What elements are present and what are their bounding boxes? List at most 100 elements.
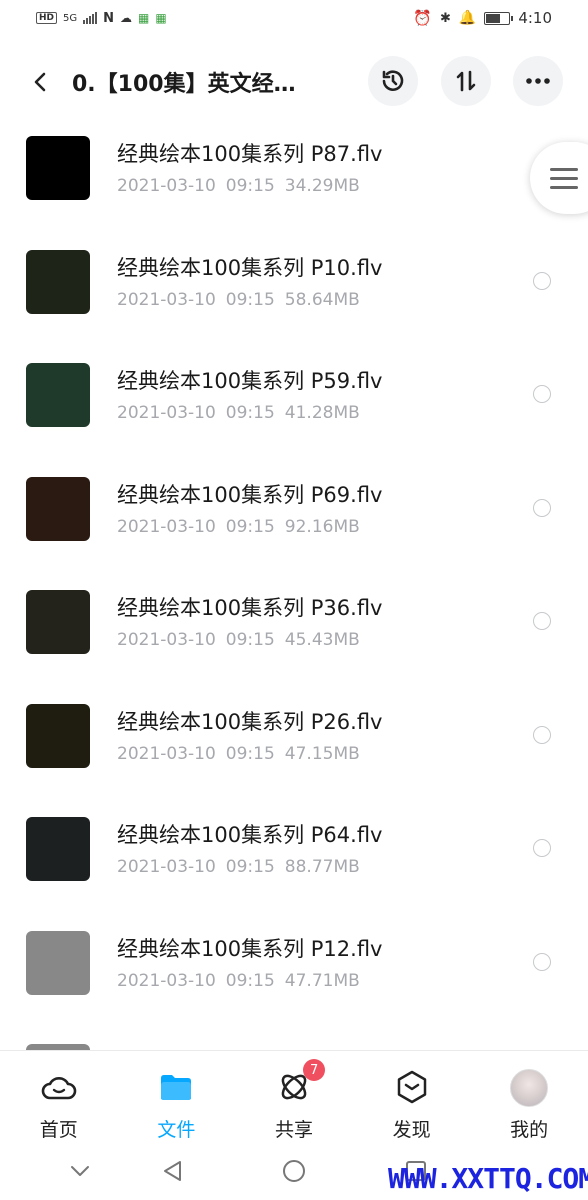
- nav-label: 发现: [392, 1119, 431, 1141]
- file-date: 2021-03-10: [117, 176, 216, 196]
- file-date: 2021-03-10: [117, 630, 216, 650]
- nav-label: 首页: [39, 1119, 78, 1141]
- file-name: 经典绘本100集系列 P36.flv: [117, 596, 383, 620]
- select-radio[interactable]: [533, 839, 551, 857]
- file-row[interactable]: 经典绘本100集系列 P64.flv 2021-03-10 09:15 88.77M…: [0, 801, 588, 915]
- app-notification-icon: ▦: [138, 11, 150, 25]
- file-meta: 2021-03-10 09:15 88.77MB: [117, 857, 360, 877]
- triangle-back-icon: [164, 1161, 181, 1181]
- file-size: 34.29MB: [284, 176, 360, 196]
- back-button[interactable]: [10, 50, 70, 114]
- file-meta: 2021-03-10 09:15 41.28MB: [117, 403, 360, 423]
- file-size: 58.64MB: [284, 289, 360, 310]
- file-name: 经典绘本100集系列 P12.flv: [117, 936, 383, 961]
- file-size: 41.28MB: [284, 403, 360, 423]
- app-notification-icon-2: ▦: [155, 11, 167, 25]
- battery-icon: [484, 11, 514, 25]
- file-time: 09:15: [225, 176, 275, 196]
- file-row[interactable]: 经典绘本100集系列 P59.flv 2021-03-10 09:15 41.28M…: [0, 347, 588, 461]
- video-thumbnail: [26, 930, 90, 995]
- file-date: 2021-03-10: [117, 857, 216, 877]
- more-button[interactable]: [513, 56, 563, 106]
- file-time: 09:15: [225, 857, 275, 877]
- file-row[interactable]: 经典绘本100集系列 P12.flv 2021-03-10 09:15 47.71M…: [0, 915, 588, 1029]
- file-name: 经典绘本100集系列 P10.flv: [117, 255, 383, 280]
- status-bar: HD 5G N ☁ ▦ ▦ ⏰ ✱ 🔔 4:10: [0, 0, 588, 36]
- file-time: 09:15: [225, 403, 275, 423]
- alarm-icon: ⏰: [413, 9, 432, 27]
- nav-discover[interactable]: 发现: [353, 1051, 471, 1147]
- clock: 4:10: [518, 9, 552, 27]
- nav-label: 共享: [274, 1119, 313, 1141]
- nav-label: 我的: [510, 1119, 549, 1141]
- video-thumbnail: [26, 703, 90, 768]
- file-row[interactable]: 经典绘本100集系列 P26.flv 2021-03-10 09:15 47.15M…: [0, 688, 588, 802]
- folder-icon: [158, 1069, 194, 1105]
- back-nav-button[interactable]: [157, 1156, 187, 1186]
- file-meta: 2021-03-10 09:15 34.29MB: [117, 176, 360, 196]
- more-icon: [526, 78, 550, 84]
- nav-home[interactable]: 首页: [0, 1051, 118, 1147]
- page-title: 0.【100集】英文经…: [72, 72, 296, 97]
- nav-me[interactable]: 我的: [470, 1051, 588, 1147]
- file-date: 2021-03-10: [117, 289, 216, 310]
- sort-button[interactable]: [441, 56, 491, 106]
- sort-icon: [456, 70, 476, 92]
- nav-share[interactable]: 共享 7: [235, 1051, 353, 1147]
- avatar: [510, 1069, 549, 1107]
- video-thumbnail: [26, 249, 90, 314]
- file-meta: 2021-03-10 09:15 45.43MB: [117, 630, 360, 650]
- file-size: 45.43MB: [284, 630, 360, 650]
- file-size: 47.15MB: [284, 743, 360, 764]
- history-icon: [382, 70, 404, 91]
- file-name: 经典绘本100集系列 P26.flv: [117, 709, 383, 734]
- file-size: 92.16MB: [284, 516, 360, 537]
- home-nav-button[interactable]: [279, 1156, 309, 1186]
- nav-files[interactable]: 文件: [118, 1051, 236, 1147]
- file-date: 2021-03-10: [117, 516, 216, 537]
- file-meta: 2021-03-10 09:15 58.64MB: [117, 290, 360, 310]
- bluetooth-icon: ✱: [439, 10, 451, 26]
- file-name: 经典绘本100集系列 P59.flv: [117, 369, 383, 393]
- select-radio[interactable]: [533, 612, 551, 630]
- video-thumbnail: [26, 817, 90, 881]
- file-date: 2021-03-10: [117, 970, 216, 991]
- file-date: 2021-03-10: [117, 403, 216, 423]
- file-meta: 2021-03-10 09:15 47.15MB: [117, 744, 360, 764]
- select-radio[interactable]: [533, 385, 551, 403]
- file-row[interactable]: 经典绘本100集系列 P87.flv 2021-03-10 09:15 34.29M…: [0, 120, 588, 234]
- header: 0.【100集】英文经…: [0, 50, 588, 114]
- file-name: 经典绘本100集系列 P69.flv: [117, 482, 383, 507]
- chevron-down-icon: [71, 1166, 89, 1176]
- signal-icon: [83, 12, 98, 24]
- nfc-icon: N: [103, 10, 115, 26]
- file-time: 09:15: [225, 970, 275, 991]
- file-row-partial[interactable]: [0, 1028, 588, 1050]
- file-time: 09:15: [225, 630, 275, 650]
- select-radio[interactable]: [533, 725, 551, 744]
- file-meta: 2021-03-10 09:15 47.71MB: [117, 971, 360, 991]
- select-radio[interactable]: [533, 498, 551, 517]
- file-row[interactable]: 经典绘本100集系列 P69.flv 2021-03-10 09:15 92.16M…: [0, 461, 588, 575]
- file-meta: 2021-03-10 09:15 92.16MB: [117, 517, 360, 537]
- file-date: 2021-03-10: [117, 743, 216, 764]
- history-button[interactable]: [368, 56, 418, 106]
- status-right: ⏰ ✱ 🔔 4:10: [413, 9, 552, 27]
- video-thumbnail: [26, 476, 90, 541]
- hd-badge: HD: [36, 12, 58, 24]
- file-time: 09:15: [225, 743, 275, 764]
- file-row[interactable]: 经典绘本100集系列 P10.flv 2021-03-10 09:15 58.64M…: [0, 234, 588, 348]
- select-radio[interactable]: [533, 271, 551, 290]
- menu-icon: [550, 167, 578, 189]
- nav-label: 文件: [157, 1119, 196, 1141]
- file-row[interactable]: 经典绘本100集系列 P36.flv 2021-03-10 09:15 45.43M…: [0, 574, 588, 688]
- cloud-home-icon: [41, 1069, 77, 1105]
- file-time: 09:15: [225, 516, 275, 537]
- chevron-left-icon: [34, 72, 46, 92]
- bottom-nav: 首页 文件 共享 7 发现 我的: [0, 1050, 588, 1146]
- file-size: 47.71MB: [284, 970, 360, 991]
- select-radio[interactable]: [533, 952, 551, 971]
- video-thumbnail: [26, 136, 90, 200]
- file-name: 经典绘本100集系列 P87.flv: [117, 142, 383, 166]
- collapse-button[interactable]: [65, 1156, 95, 1186]
